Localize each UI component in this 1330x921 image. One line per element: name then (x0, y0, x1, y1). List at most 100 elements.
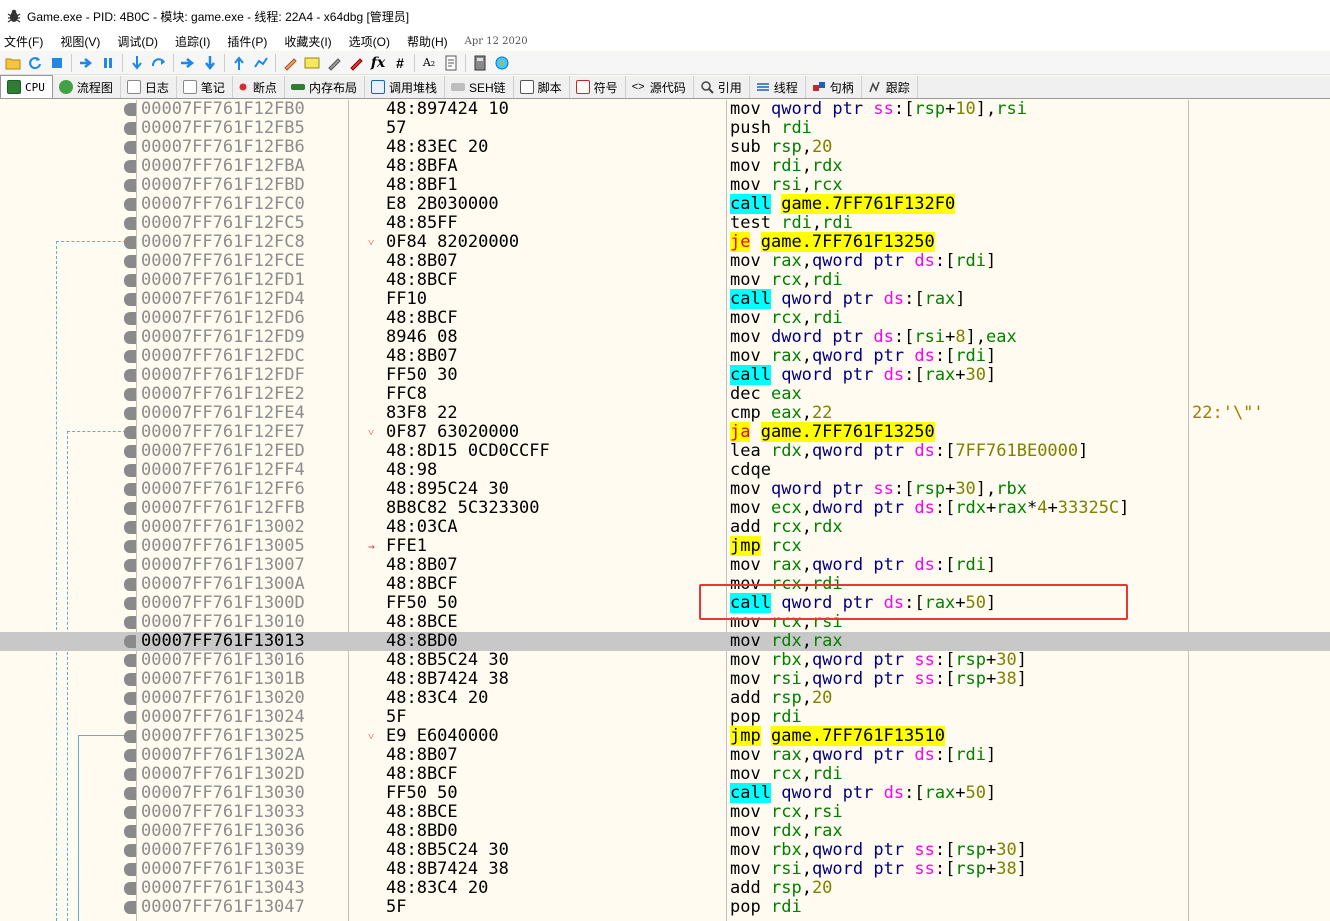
instruction-row[interactable]: 00007FF761F13024 5F pop rdi (0, 708, 1330, 727)
instruction-row[interactable]: 00007FF761F13002 48:03CA add rcx,rdx (0, 518, 1330, 537)
breakpoint-toggle[interactable] (124, 673, 136, 686)
tab-source[interactable]: <> 源代码 (626, 76, 694, 98)
breakpoint-toggle[interactable] (124, 768, 136, 781)
instruction-row[interactable]: 00007FF761F13020 48:83C4 20 add rsp,20 (0, 689, 1330, 708)
script-icon[interactable] (440, 53, 462, 73)
instruction-row[interactable]: 00007FF761F13039 48:8B5C24 30 mov rbx,qwor… (0, 841, 1330, 860)
breakpoint-toggle[interactable] (124, 825, 136, 838)
bookmark-icon[interactable] (323, 53, 345, 73)
breakpoint-toggle[interactable] (124, 863, 136, 876)
instruction-row[interactable]: 00007FF761F12FBA 48:8BFA mov rdi,rdx (0, 157, 1330, 176)
instruction-row[interactable]: 00007FF761F12FB5 57 push rdi (0, 119, 1330, 138)
instruction-row[interactable]: 00007FF761F13010 48:8BCE mov rcx,rsi (0, 613, 1330, 632)
breakpoint-toggle[interactable] (124, 521, 136, 534)
instruction-row[interactable]: 00007FF761F12FE7 ˅ 0F87 63020000 ja game.7F… (0, 422, 1330, 442)
breakpoint-toggle[interactable] (124, 749, 136, 762)
breakpoint-toggle[interactable] (124, 198, 136, 211)
breakpoint-toggle[interactable] (124, 217, 136, 230)
label-icon[interactable] (301, 53, 323, 73)
breakpoint-toggle[interactable] (124, 654, 136, 667)
breakpoint-toggle[interactable] (124, 882, 136, 895)
tab-notes[interactable]: 笔记 (177, 76, 233, 98)
menu-view[interactable]: 视图(V) (60, 33, 100, 50)
breakpoint-toggle[interactable] (124, 901, 136, 914)
menu-trace[interactable]: 追踪(I) (175, 33, 210, 50)
instruction-row[interactable]: 00007FF761F12FD4 FF10 call qword ptr ds:[r… (0, 289, 1330, 309)
breakpoint-toggle[interactable] (124, 122, 136, 135)
instruction-row[interactable]: 00007FF761F12FC8 ˅ 0F84 82020000 je game.7F… (0, 232, 1330, 252)
breakpoint-toggle[interactable] (124, 578, 136, 591)
breakpoint-toggle[interactable] (124, 293, 136, 306)
menu-help[interactable]: 帮助(H) (407, 33, 448, 50)
instruction-row[interactable]: 00007FF761F12FFB 8B8C82 5C323300 mov ecx,d… (0, 499, 1330, 518)
tab-graph[interactable]: 流程图 (53, 76, 121, 98)
instruction-row[interactable]: 00007FF761F12FB6 48:83EC 20 sub rsp,20 (0, 138, 1330, 157)
instruction-row[interactable]: 00007FF761F13005 → FFE1 jmp rcx (0, 536, 1330, 556)
breakpoint-toggle[interactable] (124, 160, 136, 173)
instruction-row[interactable]: 00007FF761F12FC5 48:85FF test rdi,rdi (0, 214, 1330, 233)
breakpoint-toggle[interactable] (124, 103, 136, 116)
instruction-row[interactable]: 00007FF761F13013 48:8BD0 mov rdx,rax (0, 632, 1330, 651)
instruction-row[interactable]: 00007FF761F13025 ˅ E9 E6040000 jmp game.7FF… (0, 726, 1330, 746)
tab-threads[interactable]: 线程 (750, 76, 806, 98)
tab-log[interactable]: 日志 (121, 76, 177, 98)
calculator-icon[interactable] (469, 53, 491, 73)
tab-handles[interactable]: 句柄 (806, 76, 862, 98)
tab-seh[interactable]: SEH链 (445, 76, 514, 98)
breakpoint-toggle[interactable] (124, 540, 136, 553)
menu-favourites[interactable]: 收藏夹(I) (284, 33, 331, 50)
run-icon[interactable] (75, 53, 97, 73)
function-icon[interactable] (345, 53, 367, 73)
comment-icon[interactable] (279, 53, 301, 73)
breakpoint-toggle[interactable] (124, 350, 136, 363)
instruction-row[interactable]: 00007FF761F1300A 48:8BCF mov rcx,rdi (0, 575, 1330, 594)
run-to-user-code-icon[interactable] (250, 53, 272, 73)
breakpoint-toggle[interactable] (124, 787, 136, 800)
instruction-row[interactable]: 00007FF761F12FF6 48:895C24 30 mov qword pt… (0, 480, 1330, 499)
tab-breakpoints[interactable]: 断点 (233, 76, 285, 98)
execute-till-return-icon[interactable] (228, 53, 250, 73)
instruction-row[interactable]: 00007FF761F1303E 48:8B7424 38 mov rsi,qwor… (0, 860, 1330, 879)
menu-debug[interactable]: 调试(D) (117, 33, 158, 50)
breakpoint-toggle[interactable] (124, 141, 136, 154)
open-icon[interactable] (2, 53, 24, 73)
instruction-row[interactable]: 00007FF761F12FDF FF50 30 call qword ptr ds… (0, 365, 1330, 385)
instruction-row[interactable]: 00007FF761F12FD6 48:8BCF mov rcx,rdi (0, 309, 1330, 328)
breakpoint-toggle[interactable] (124, 692, 136, 705)
instruction-row[interactable]: 00007FF761F13036 48:8BD0 mov rdx,rax (0, 822, 1330, 841)
tab-cpu[interactable]: CPU (0, 75, 53, 98)
help-icon[interactable] (491, 53, 513, 73)
breakpoint-toggle[interactable] (124, 255, 136, 268)
hash-icon[interactable]: # (389, 53, 411, 73)
tab-trace[interactable]: 跟踪 (862, 76, 918, 98)
instruction-row[interactable]: 00007FF761F13033 48:8BCE mov rcx,rsi (0, 803, 1330, 822)
breakpoint-toggle[interactable] (124, 407, 136, 420)
instruction-row[interactable]: 00007FF761F12FB0 48:897424 10 mov qword pt… (0, 100, 1330, 119)
instruction-row[interactable]: 00007FF761F12FDC 48:8B07 mov rax,qword ptr… (0, 347, 1330, 366)
breakpoint-toggle[interactable] (124, 502, 136, 515)
instruction-row[interactable]: 00007FF761F12FD9 8946 08 mov dword ptr ds:… (0, 328, 1330, 347)
breakpoint-toggle[interactable] (124, 369, 136, 382)
instruction-row[interactable]: 00007FF761F13030 FF50 50 call qword ptr ds… (0, 783, 1330, 803)
step-over-icon[interactable] (148, 53, 170, 73)
tab-memory-map[interactable]: 内存布局 (285, 76, 365, 98)
breakpoint-toggle[interactable] (124, 844, 136, 857)
breakpoint-toggle[interactable] (124, 597, 136, 610)
breakpoint-toggle[interactable] (124, 274, 136, 287)
instruction-row[interactable]: 00007FF761F13007 48:8B07 mov rax,qword ptr… (0, 556, 1330, 575)
breakpoint-toggle[interactable] (124, 236, 136, 249)
restart-icon[interactable] (24, 53, 46, 73)
instruction-row[interactable]: 00007FF761F1300D FF50 50 call qword ptr ds… (0, 593, 1330, 613)
instruction-row[interactable]: 00007FF761F1302D 48:8BCF mov rcx,rdi (0, 765, 1330, 784)
breakpoint-toggle[interactable] (124, 331, 136, 344)
tab-call-stack[interactable]: 调用堆栈 (365, 76, 445, 98)
breakpoint-toggle[interactable] (124, 730, 136, 743)
instruction-row[interactable]: 00007FF761F1301B 48:8B7424 38 mov rsi,qwor… (0, 670, 1330, 689)
instruction-row[interactable]: 00007FF761F12FCE 48:8B07 mov rax,qword ptr… (0, 252, 1330, 271)
breakpoint-toggle[interactable] (124, 635, 136, 648)
instruction-row[interactable]: 00007FF761F1302A 48:8B07 mov rax,qword ptr… (0, 746, 1330, 765)
breakpoint-toggle[interactable] (124, 445, 136, 458)
fx-icon[interactable]: fx (367, 53, 389, 73)
breakpoint-toggle[interactable] (124, 616, 136, 629)
menu-file[interactable]: 文件(F) (4, 33, 43, 50)
